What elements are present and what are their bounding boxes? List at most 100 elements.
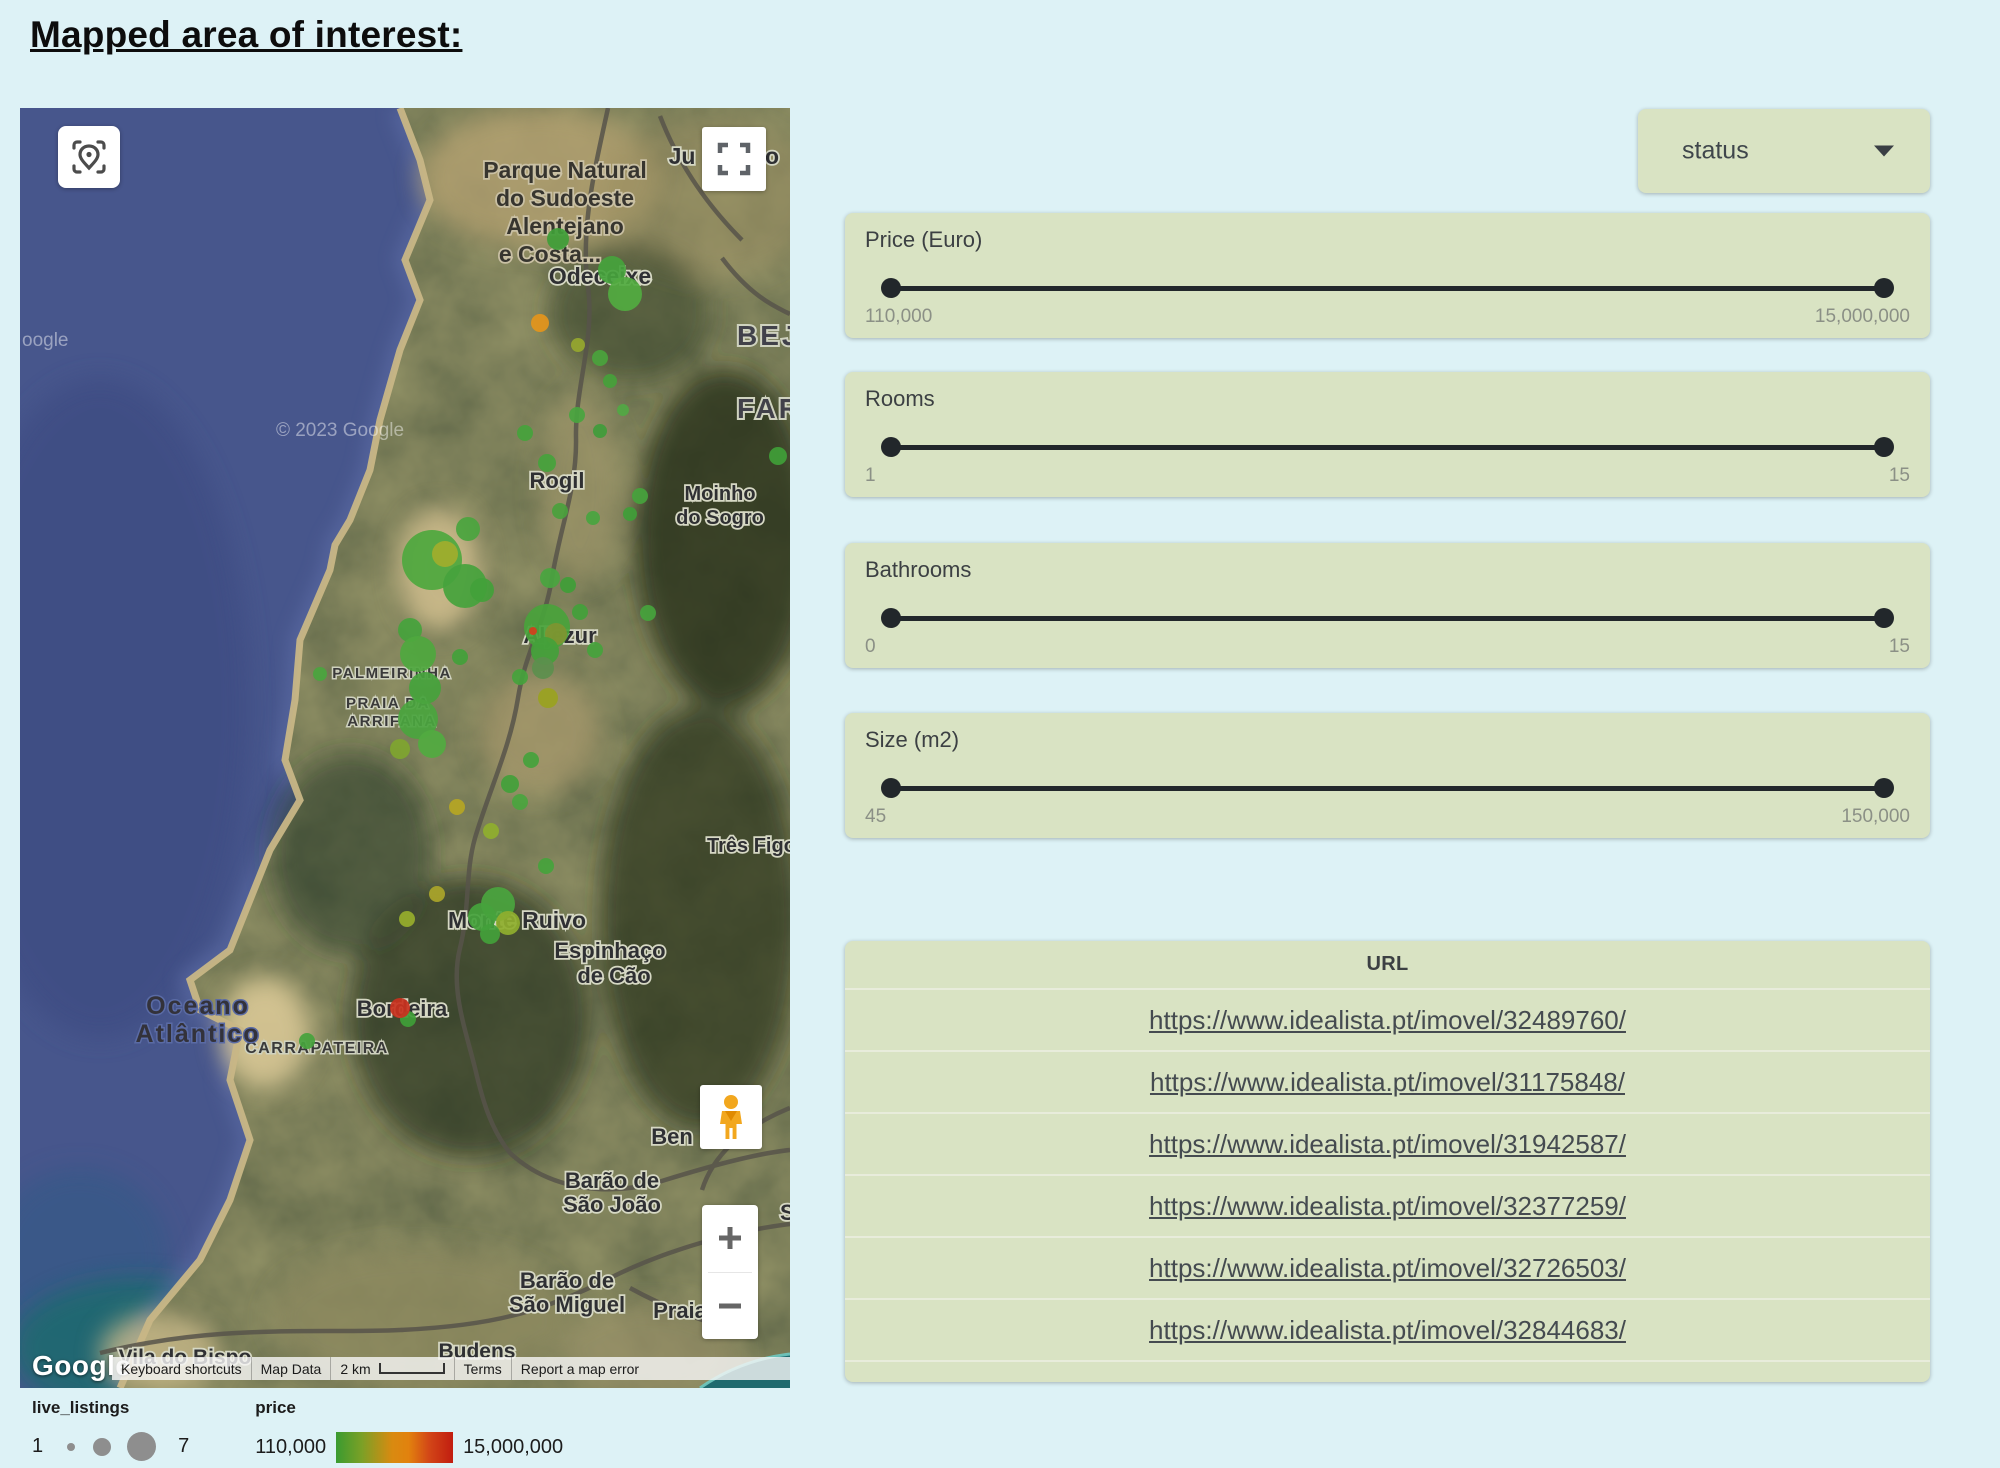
listing-dot[interactable] bbox=[483, 823, 499, 839]
table-row: https://www.idealista.pt/imovel/32726503… bbox=[845, 1236, 1930, 1298]
listing-dot[interactable] bbox=[587, 642, 603, 658]
scale-bar bbox=[379, 1363, 445, 1374]
slider-handle-min[interactable] bbox=[881, 278, 901, 298]
report-map-error-link[interactable]: Report a map error bbox=[511, 1357, 648, 1380]
fullscreen-icon bbox=[716, 141, 752, 177]
listing-dot[interactable] bbox=[569, 407, 585, 423]
listing-dot[interactable] bbox=[390, 998, 410, 1018]
listing-dot[interactable] bbox=[623, 507, 637, 521]
pin-scan-icon bbox=[69, 137, 109, 177]
listing-url-link[interactable]: https://www.idealista.pt/imovel/32844683… bbox=[1149, 1315, 1626, 1346]
slider-label: Bathrooms bbox=[865, 557, 971, 583]
slider-label: Size (m2) bbox=[865, 727, 959, 753]
size-legend-min: 1 bbox=[32, 1435, 43, 1458]
listing-dot[interactable] bbox=[456, 517, 480, 541]
listing-dot[interactable] bbox=[640, 605, 656, 621]
listing-url-link[interactable]: https://www.idealista.pt/imovel/32049204… bbox=[1149, 1377, 1626, 1383]
listing-dot[interactable] bbox=[593, 424, 607, 438]
range-slider[interactable] bbox=[891, 777, 1884, 799]
listing-dot[interactable] bbox=[769, 447, 787, 465]
listing-dot[interactable] bbox=[547, 228, 569, 250]
map-label: Espinhaço bbox=[554, 938, 665, 963]
listing-dot[interactable] bbox=[538, 454, 556, 472]
listing-dot[interactable] bbox=[538, 688, 558, 708]
listing-dot[interactable] bbox=[572, 604, 588, 620]
listing-dot[interactable] bbox=[429, 886, 445, 902]
slider-handle-min[interactable] bbox=[881, 778, 901, 798]
listing-dot[interactable] bbox=[560, 577, 576, 593]
slider-handle-max[interactable] bbox=[1874, 778, 1894, 798]
map-label: CARRAPATEIRA bbox=[245, 1040, 389, 1057]
listing-url-link[interactable]: https://www.idealista.pt/imovel/31175848… bbox=[1150, 1067, 1625, 1098]
terms-link[interactable]: Terms bbox=[454, 1357, 511, 1380]
map-label: Moinho bbox=[684, 483, 755, 505]
listing-url-link[interactable]: https://www.idealista.pt/imovel/32726503… bbox=[1149, 1253, 1626, 1284]
slider-handle-max[interactable] bbox=[1874, 437, 1894, 457]
slider-track[interactable] bbox=[891, 786, 1884, 791]
listing-dot[interactable] bbox=[470, 578, 494, 602]
zoom-out-button[interactable] bbox=[702, 1273, 758, 1340]
listing-dot[interactable] bbox=[529, 627, 537, 635]
listing-dot[interactable] bbox=[418, 730, 446, 758]
map-label: FARO bbox=[737, 393, 790, 424]
listing-url-link[interactable]: https://www.idealista.pt/imovel/32377259… bbox=[1149, 1191, 1626, 1222]
map-data-link[interactable]: Map Data bbox=[251, 1357, 331, 1380]
listing-dot[interactable] bbox=[501, 775, 519, 793]
chevron-down-icon bbox=[1874, 146, 1894, 157]
zoom-in-button[interactable] bbox=[702, 1205, 758, 1272]
slider-handle-max[interactable] bbox=[1874, 278, 1894, 298]
table-row: https://www.idealista.pt/imovel/32049204… bbox=[845, 1360, 1930, 1382]
listing-dot[interactable] bbox=[531, 314, 549, 332]
listing-dot[interactable] bbox=[480, 924, 500, 944]
listing-dot[interactable] bbox=[608, 277, 642, 311]
table-row: https://www.idealista.pt/imovel/32377259… bbox=[845, 1174, 1930, 1236]
slider-handle-max[interactable] bbox=[1874, 608, 1894, 628]
street-view-pegman-button[interactable] bbox=[700, 1085, 762, 1149]
range-slider[interactable] bbox=[891, 436, 1884, 458]
map-scale: 2 km bbox=[330, 1357, 453, 1380]
listing-dot[interactable] bbox=[449, 799, 465, 815]
slider-max-label: 150,000 bbox=[1841, 806, 1910, 828]
listing-dot[interactable] bbox=[313, 667, 327, 681]
listing-dot[interactable] bbox=[400, 636, 436, 672]
slider-min-label: 1 bbox=[865, 465, 876, 487]
slider-handle-min[interactable] bbox=[881, 608, 901, 628]
listing-dot[interactable] bbox=[586, 511, 600, 525]
price-legend: price 110,000 15,000,000 bbox=[255, 1398, 563, 1463]
listing-dot[interactable] bbox=[432, 541, 458, 567]
listing-dot[interactable] bbox=[592, 350, 608, 366]
listing-dot[interactable] bbox=[540, 568, 560, 588]
slider-track[interactable] bbox=[891, 616, 1884, 621]
listing-dot[interactable] bbox=[399, 911, 415, 927]
slider-min-label: 0 bbox=[865, 636, 876, 658]
range-slider[interactable] bbox=[891, 607, 1884, 629]
map-label: São João bbox=[563, 1192, 661, 1217]
listing-dot[interactable] bbox=[552, 503, 568, 519]
listing-dot[interactable] bbox=[512, 669, 528, 685]
listing-url-link[interactable]: https://www.idealista.pt/imovel/32489760… bbox=[1149, 1005, 1626, 1036]
slider-handle-min[interactable] bbox=[881, 437, 901, 457]
listing-url-link[interactable]: https://www.idealista.pt/imovel/31942587… bbox=[1149, 1129, 1626, 1160]
listing-dot[interactable] bbox=[409, 672, 441, 704]
keyboard-shortcuts-link[interactable]: Keyboard shortcuts bbox=[112, 1357, 251, 1380]
listing-dot[interactable] bbox=[517, 425, 533, 441]
range-slider[interactable] bbox=[891, 277, 1884, 299]
listing-dot[interactable] bbox=[603, 374, 617, 388]
listing-dot[interactable] bbox=[452, 649, 468, 665]
locate-area-button[interactable] bbox=[58, 126, 120, 188]
table-row: https://www.idealista.pt/imovel/31175848… bbox=[845, 1050, 1930, 1112]
listing-dot[interactable] bbox=[299, 1033, 315, 1049]
status-dropdown[interactable]: status bbox=[1638, 109, 1930, 193]
satellite-map[interactable]: Parque Naturaldo SudoesteAlentejanoe Cos… bbox=[20, 108, 790, 1388]
slider-track[interactable] bbox=[891, 286, 1884, 291]
listing-dot[interactable] bbox=[390, 739, 410, 759]
fullscreen-button[interactable] bbox=[702, 127, 766, 191]
listing-dot[interactable] bbox=[617, 404, 629, 416]
listing-dot[interactable] bbox=[571, 338, 585, 352]
listing-dot[interactable] bbox=[523, 752, 539, 768]
listing-dot[interactable] bbox=[532, 657, 554, 679]
listing-dot[interactable] bbox=[632, 488, 648, 504]
listing-dot[interactable] bbox=[538, 858, 554, 874]
listing-dot[interactable] bbox=[512, 794, 528, 810]
slider-track[interactable] bbox=[891, 445, 1884, 450]
